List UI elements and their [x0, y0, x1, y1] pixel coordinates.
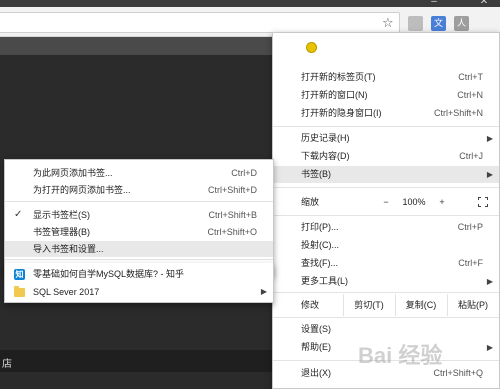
ext-gray-icon[interactable]: [408, 16, 423, 31]
bookmark-item-zhihu[interactable]: 知 零基础如何自学MySQL数据库? - 知乎: [5, 266, 273, 282]
chevron-right-icon: ▶: [486, 170, 493, 179]
menu-divider: [273, 187, 499, 188]
zoom-out-button[interactable]: −: [375, 191, 397, 213]
submenu-item-import[interactable]: 导入书签和设置...: [5, 241, 273, 257]
menu-item-more-tools[interactable]: 更多工具(L) ▶: [273, 273, 499, 290]
submenu-item-bookmark-all[interactable]: 为打开的网页添加书签... Ctrl+Shift+D: [5, 182, 273, 198]
edit-row: 修改 剪切(T) 复制(C) 粘贴(P): [273, 294, 499, 316]
menu-item-print[interactable]: 打印(P)... Ctrl+P: [273, 219, 499, 236]
address-bar[interactable]: ☆: [0, 12, 400, 33]
menu-item-downloads[interactable]: 下载内容(D) Ctrl+J: [273, 148, 499, 165]
edit-label: 修改: [301, 300, 320, 310]
bookmarks-submenu-items: 知 零基础如何自学MySQL数据库? - 知乎 SQL Sever 2017 ▶: [4, 263, 274, 303]
translate-icon[interactable]: 文: [431, 16, 446, 31]
cut-button[interactable]: 剪切(T): [343, 294, 394, 316]
bookmark-star-icon[interactable]: ☆: [382, 15, 394, 31]
zoom-row: 缩放 − 100% +: [273, 191, 499, 213]
submenu-item-show-bookmark-bar[interactable]: ✓ 显示书签栏(S) Ctrl+Shift+B: [5, 207, 273, 223]
baidu-watermark: Bai 经验: [358, 343, 443, 368]
menu-item-find[interactable]: 查找(F)... Ctrl+F: [273, 255, 499, 272]
minimize-button[interactable]: –: [426, 0, 442, 7]
bookmark-folder-sql-sever[interactable]: SQL Sever 2017 ▶: [5, 284, 273, 300]
menu-divider: [273, 215, 499, 216]
chevron-right-icon: ▶: [486, 134, 493, 143]
bookmarks-submenu: 为此网页添加书签... Ctrl+D 为打开的网页添加书签... Ctrl+Sh…: [4, 159, 274, 277]
paste-button[interactable]: 粘贴(P): [447, 294, 498, 316]
fullscreen-icon[interactable]: [478, 197, 488, 207]
menu-item-new-window[interactable]: 打开新的窗口(N) Ctrl+N: [273, 87, 499, 104]
ext-person-icon[interactable]: 人: [454, 16, 469, 31]
zoom-level: 100%: [402, 197, 426, 207]
chrome-main-menu: 打开新的标签页(T) Ctrl+T 打开新的窗口(N) Ctrl+N 打开新的隐…: [272, 32, 500, 389]
page-bottom-strip: 店: [0, 350, 290, 372]
zhihu-favicon-icon: 知: [14, 269, 25, 280]
chevron-right-icon: ▶: [260, 287, 267, 296]
submenu-item-bookmark-manager[interactable]: 书签管理器(B) Ctrl+Shift+O: [5, 224, 273, 240]
menu-divider: [273, 317, 499, 318]
close-button[interactable]: ✕: [476, 0, 492, 7]
page-partial-text: 店: [2, 359, 12, 370]
zoom-in-button[interactable]: +: [431, 191, 453, 213]
zoom-label: 缩放: [301, 197, 320, 207]
menu-divider: [273, 126, 499, 127]
submenu-divider: [5, 201, 273, 202]
folder-icon: [14, 286, 25, 297]
menu-item-cast[interactable]: 投射(C)...: [273, 237, 499, 254]
menu-item-bookmarks[interactable]: 书签(B) ▶: [273, 166, 499, 183]
checkmark-icon: ✓: [14, 209, 23, 220]
submenu-item-bookmark-page[interactable]: 为此网页添加书签... Ctrl+D: [5, 165, 273, 181]
menu-item-incognito[interactable]: 打开新的隐身窗口(I) Ctrl+Shift+N: [273, 105, 499, 122]
menu-divider: [273, 292, 499, 293]
chevron-right-icon: ▶: [486, 277, 493, 286]
profile-avatar-icon[interactable]: [306, 42, 317, 53]
menu-item-history[interactable]: 历史记录(H) ▶: [273, 130, 499, 147]
copy-button[interactable]: 复制(C): [395, 294, 446, 316]
menu-item-settings[interactable]: 设置(S): [273, 321, 499, 338]
submenu-divider: [5, 259, 273, 260]
window-top-strip: – ✕: [0, 0, 500, 7]
menu-item-new-tab[interactable]: 打开新的标签页(T) Ctrl+T: [273, 69, 499, 86]
